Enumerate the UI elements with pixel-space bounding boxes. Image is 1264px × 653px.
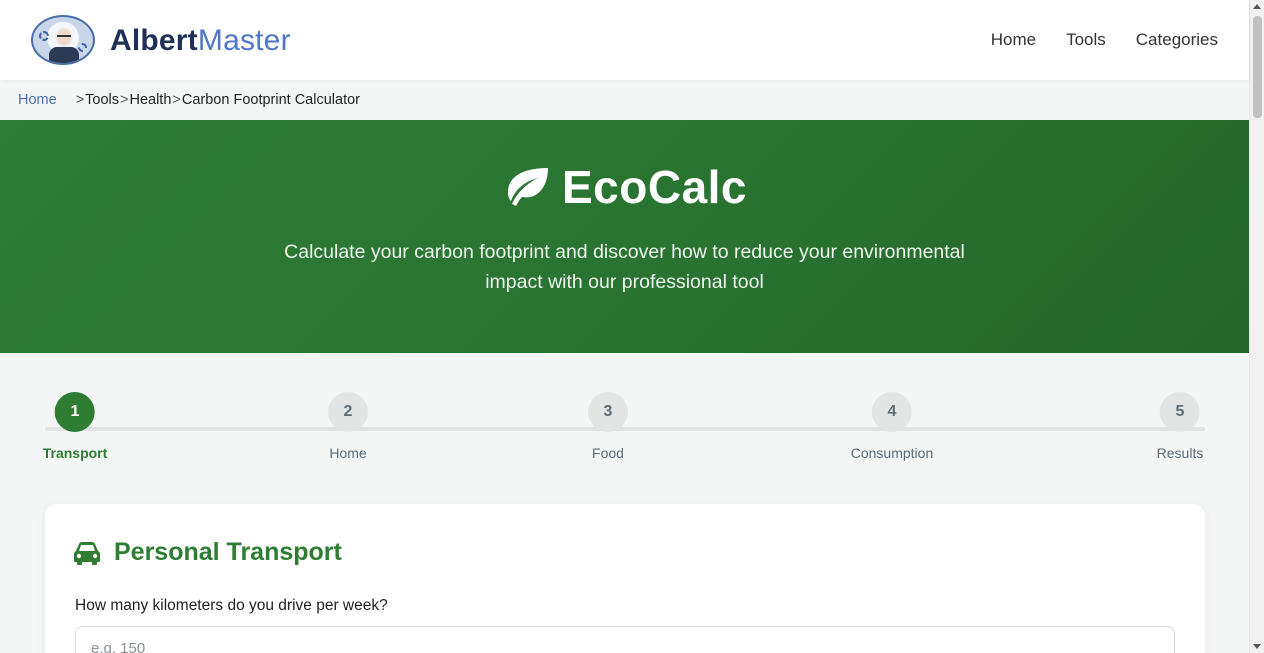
km-per-week-input[interactable] [75, 626, 1175, 653]
step-number: 5 [1160, 392, 1200, 432]
breadcrumb-item-health[interactable]: Health [129, 92, 171, 108]
car-icon [74, 541, 100, 565]
hero-title: EcoCalc [0, 160, 1249, 214]
nav-link-categories[interactable]: Categories [1136, 30, 1218, 50]
step-label: Results [1156, 445, 1204, 461]
step-consumption[interactable]: 4 Consumption [850, 392, 934, 461]
step-home[interactable]: 2 Home [328, 392, 368, 461]
step-food[interactable]: 3 Food [588, 392, 628, 461]
nav-link-home[interactable]: Home [991, 30, 1036, 50]
brand-name[interactable]: AlbertMaster [110, 24, 291, 58]
hero-subtitle: Calculate your carbon footprint and disc… [284, 241, 965, 293]
step-label: Food [592, 445, 624, 461]
step-label: Home [329, 445, 367, 461]
brand-name-part2: Master [197, 24, 291, 57]
step-transport[interactable]: 1 Transport [42, 392, 108, 461]
step-results[interactable]: 5 Results [1156, 392, 1204, 461]
breadcrumb-separator: > [75, 92, 85, 108]
step-number: 3 [588, 392, 628, 432]
nav-link-tools[interactable]: Tools [1066, 30, 1106, 50]
albertmaster-logo[interactable] [31, 15, 95, 65]
brand-name-part1: Albert [110, 24, 198, 57]
hero-banner: EcoCalc Calculate your carbon footprint … [0, 120, 1249, 353]
leaf-icon [507, 168, 548, 206]
breadcrumb-separator: > [172, 92, 181, 108]
transport-card: Personal Transport How many kilometers d… [45, 504, 1205, 653]
scroll-up-arrow-icon[interactable] [1253, 4, 1261, 9]
step-label: Transport [42, 445, 108, 461]
step-number: 1 [54, 392, 95, 432]
breadcrumb-item-tools[interactable]: Tools [85, 92, 119, 108]
breadcrumb: Home >Tools>Health>Carbon Footprint Calcu… [18, 92, 360, 108]
site-header: AlbertMaster Home Tools Categories [0, 0, 1249, 80]
step-label: Consumption [850, 445, 934, 461]
scrollbar-thumb[interactable] [1253, 16, 1262, 118]
hero-title-text: EcoCalc [561, 161, 748, 213]
km-question-label: How many kilometers do you drive per wee… [75, 597, 388, 614]
step-number: 4 [872, 392, 912, 432]
main-nav: Home Tools Categories [991, 30, 1218, 50]
scroll-down-arrow-icon[interactable] [1253, 644, 1261, 649]
logo-figure-body [49, 47, 79, 63]
breadcrumb-home-link[interactable]: Home [18, 92, 57, 108]
step-number: 2 [328, 392, 368, 432]
progress-stepper: 1 Transport 2 Home 3 Food 4 Consumption … [42, 392, 1205, 462]
breadcrumb-separator: > [120, 92, 129, 108]
card-title: Personal Transport [74, 538, 342, 567]
breadcrumb-item-current: Carbon Footprint Calculator [181, 92, 360, 108]
gear-icon [78, 43, 87, 52]
gear-icon [39, 31, 49, 41]
page-scrollbar[interactable] [1249, 0, 1264, 653]
logo-figure-glasses [57, 35, 71, 39]
card-title-text: Personal Transport [114, 538, 342, 566]
